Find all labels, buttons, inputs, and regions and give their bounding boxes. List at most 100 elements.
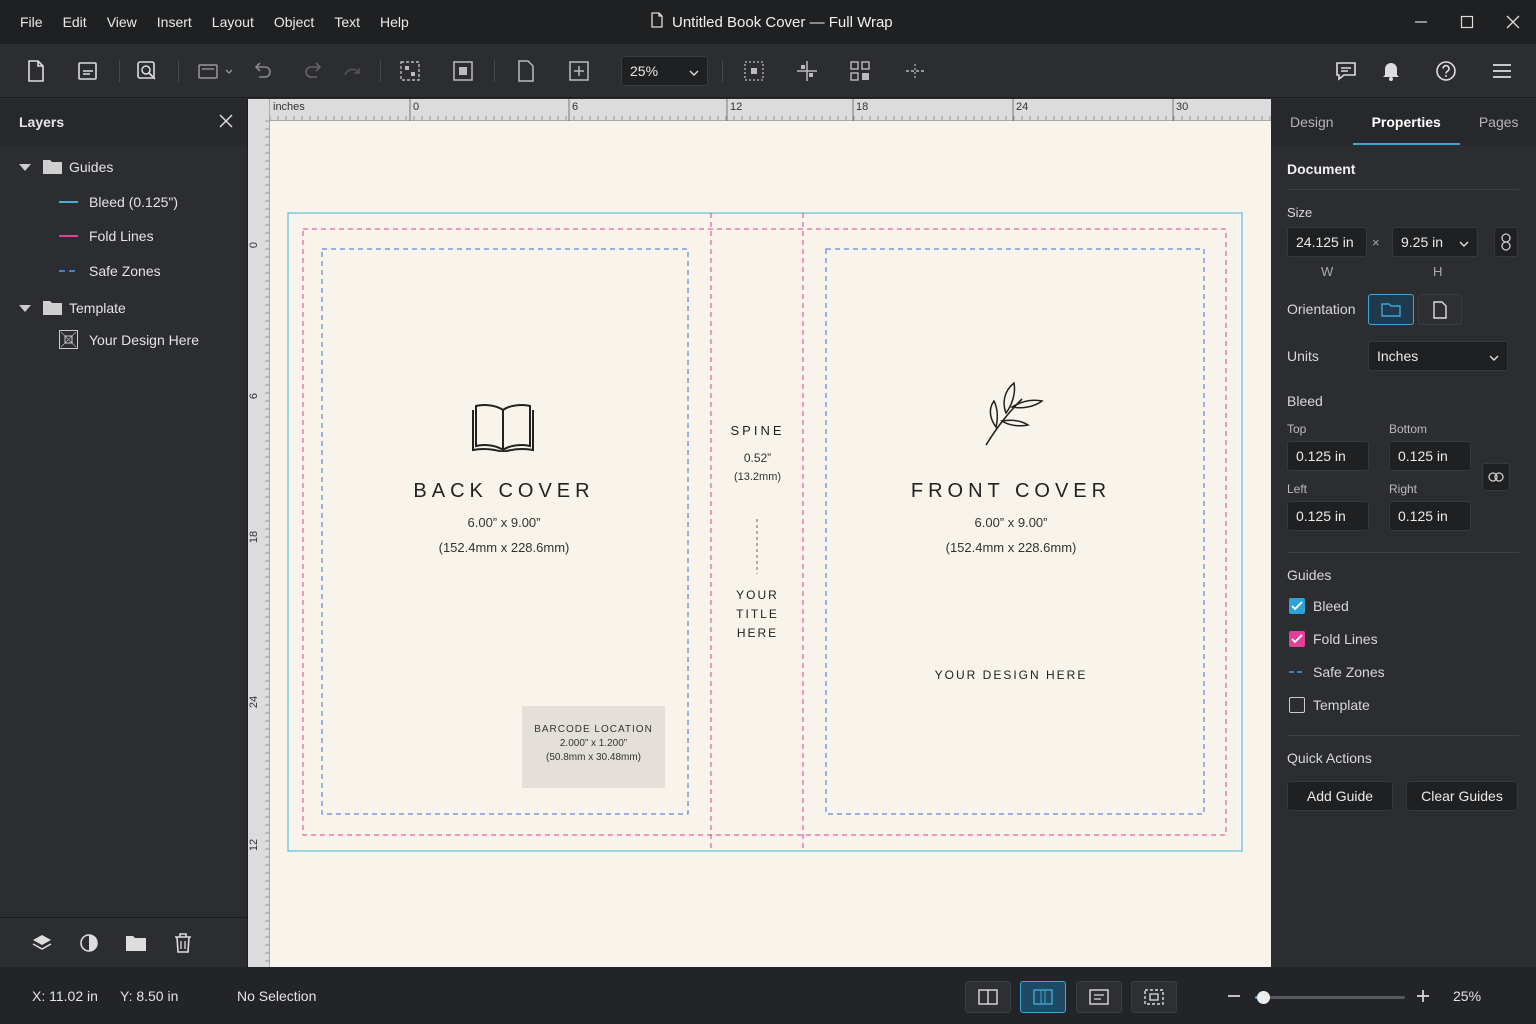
view-outline-button[interactable] [1076,981,1122,1013]
guides-section-label: Guides [1287,567,1332,583]
zoom-value: 25% [630,63,659,79]
menu-help[interactable]: Help [370,0,419,44]
repeat-icon[interactable] [338,57,366,85]
bleed-checkbox[interactable] [1289,598,1305,614]
landscape-icon [1381,302,1401,317]
distribute-icon[interactable] [793,57,821,85]
barcode-title: BARCODE LOCATION [534,724,653,735]
status-bar: X: 11.02 in Y: 8.50 in No Selection 25% [0,967,1536,1024]
layers-stack-icon[interactable] [18,929,65,957]
safe-zones-dashed-icon[interactable] [1289,671,1305,673]
height-input[interactable]: 9.25 in [1392,227,1478,257]
new-document-icon[interactable] [22,57,50,85]
orientation-portrait-button[interactable] [1418,294,1462,325]
layer-label: Bleed (0.125") [89,194,179,210]
split-view-icon [978,989,998,1005]
tab-pages[interactable]: Pages [1460,99,1536,145]
redo-icon[interactable] [300,57,328,85]
guides-icon[interactable] [901,57,929,85]
add-page-icon[interactable] [565,57,593,85]
toolbar-separator [722,60,723,82]
menu-text[interactable]: Text [324,0,370,44]
zoom-fit-icon[interactable] [133,57,161,85]
page-icon[interactable] [512,57,540,85]
barcode-location: BARCODE LOCATION 2.000” x 1.200” (50.8mm… [522,706,665,788]
zoom-slider-thumb[interactable] [1256,991,1270,1004]
height-unit-label: H [1433,264,1443,279]
add-guide-button[interactable]: Add Guide [1287,781,1393,811]
caret-down-icon[interactable] [19,300,31,316]
bleed-bottom-label: Bottom [1389,422,1428,436]
contrast-icon[interactable] [65,929,112,957]
menu-object[interactable]: Object [264,0,324,44]
layers-panel: Layers Guides Bleed (0.125") Fold Lines … [0,99,248,967]
layer-label: Guides [69,159,114,175]
menu-view[interactable]: View [97,0,147,44]
bleed-left-input[interactable]: 0.125 in [1287,501,1369,531]
bleed-right-input[interactable]: 0.125 in [1389,501,1471,531]
orientation-landscape-button[interactable] [1368,294,1414,325]
canvas[interactable]: inches 0 6 12 18 24 30 0 6 18 24 12 BACK… [248,99,1271,967]
menu-insert[interactable]: Insert [147,0,202,44]
tab-design[interactable]: Design [1271,99,1353,145]
zoom-level: 25% [1453,987,1482,1004]
zoom-select[interactable]: 25% [621,56,708,86]
link-bleed-button[interactable] [1482,463,1510,491]
menu-edit[interactable]: Edit [53,0,97,44]
ruler-tick-label: 18 [856,101,869,113]
zoom-slider[interactable] [1255,991,1405,1004]
open-file-icon[interactable] [74,57,102,85]
template-checkbox[interactable] [1289,697,1305,713]
undo-icon[interactable] [248,57,276,85]
units-select[interactable]: Inches [1368,341,1508,371]
menu-layout[interactable]: Layout [202,0,264,44]
zoom-out-icon[interactable] [1227,989,1241,1006]
chevron-down-icon [1459,228,1469,256]
minimize-button[interactable] [1398,0,1444,44]
front-cover-size: 6.00” x 9.00” [974,515,1048,530]
close-window-button[interactable] [1490,0,1536,44]
export-dropdown-icon[interactable] [196,57,236,85]
portrait-icon [1433,300,1447,319]
hamburger-menu-icon[interactable] [1488,57,1516,85]
toolbar: 25% [0,44,1536,98]
help-icon[interactable] [1432,57,1460,85]
clear-guides-button[interactable]: Clear Guides [1406,781,1518,811]
guide-fold-label: Fold Lines [1313,631,1378,647]
tab-properties[interactable]: Properties [1352,99,1460,145]
lock-ratio-button[interactable] [1494,227,1518,257]
chain-link-icon [1501,233,1511,251]
ruler-tick-label: 0 [413,101,420,113]
divider [1287,735,1519,736]
grid-select-icon[interactable] [396,57,424,85]
menu-file[interactable]: File [10,0,53,44]
size-label: Size [1287,205,1313,220]
align-center-icon[interactable] [740,57,768,85]
comment-icon[interactable] [1332,57,1360,85]
maximize-button[interactable] [1444,0,1490,44]
bleed-guide [287,212,1243,852]
bleed-top-input[interactable]: 0.125 in [1287,441,1369,471]
view-preview-button[interactable] [1131,981,1177,1013]
bleed-left-label: Left [1287,482,1308,496]
folder-icon [43,300,62,318]
width-input[interactable]: 24.125 in [1287,227,1367,257]
folder-icon [43,159,62,177]
fold-lines-checkbox[interactable] [1289,631,1305,647]
bleed-bottom-input[interactable]: 0.125 in [1389,441,1471,471]
view-single-button[interactable] [965,981,1011,1013]
frame-icon[interactable] [449,57,477,85]
bell-icon[interactable] [1377,57,1405,85]
bleed-section-label: Bleed [1287,393,1323,409]
grid-layout-icon[interactable] [846,57,874,85]
view-spread-button[interactable] [1020,981,1066,1013]
guide-safe-label: Safe Zones [1313,664,1385,680]
caret-down-icon[interactable] [19,159,31,175]
units-value: Inches [1377,348,1419,364]
trash-icon[interactable] [159,929,206,957]
close-icon[interactable] [219,113,233,131]
folder-icon[interactable] [112,929,159,957]
properties-panel: Design Properties Pages Document Size 24… [1271,99,1536,967]
zoom-in-icon[interactable] [1416,989,1430,1006]
toolbar-separator [178,60,179,82]
